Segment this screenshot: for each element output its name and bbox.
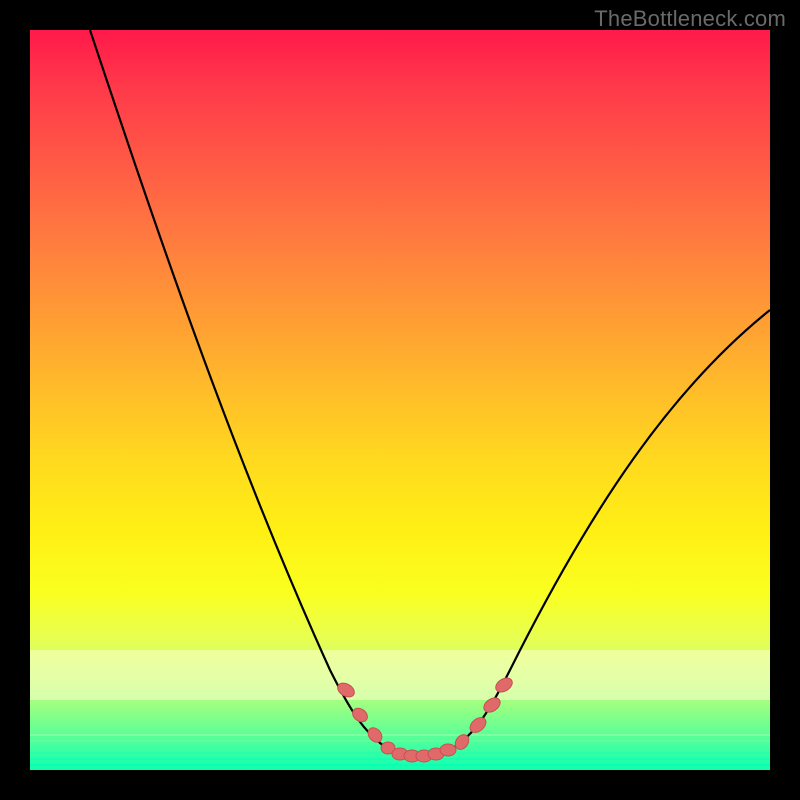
- chart-frame: TheBottleneck.com: [0, 0, 800, 800]
- bottleneck-curve: [90, 30, 770, 758]
- curve-markers: [335, 675, 515, 762]
- bottleneck-curve-svg: [30, 30, 770, 770]
- plot-area: [30, 30, 770, 770]
- watermark-text: TheBottleneck.com: [594, 6, 786, 32]
